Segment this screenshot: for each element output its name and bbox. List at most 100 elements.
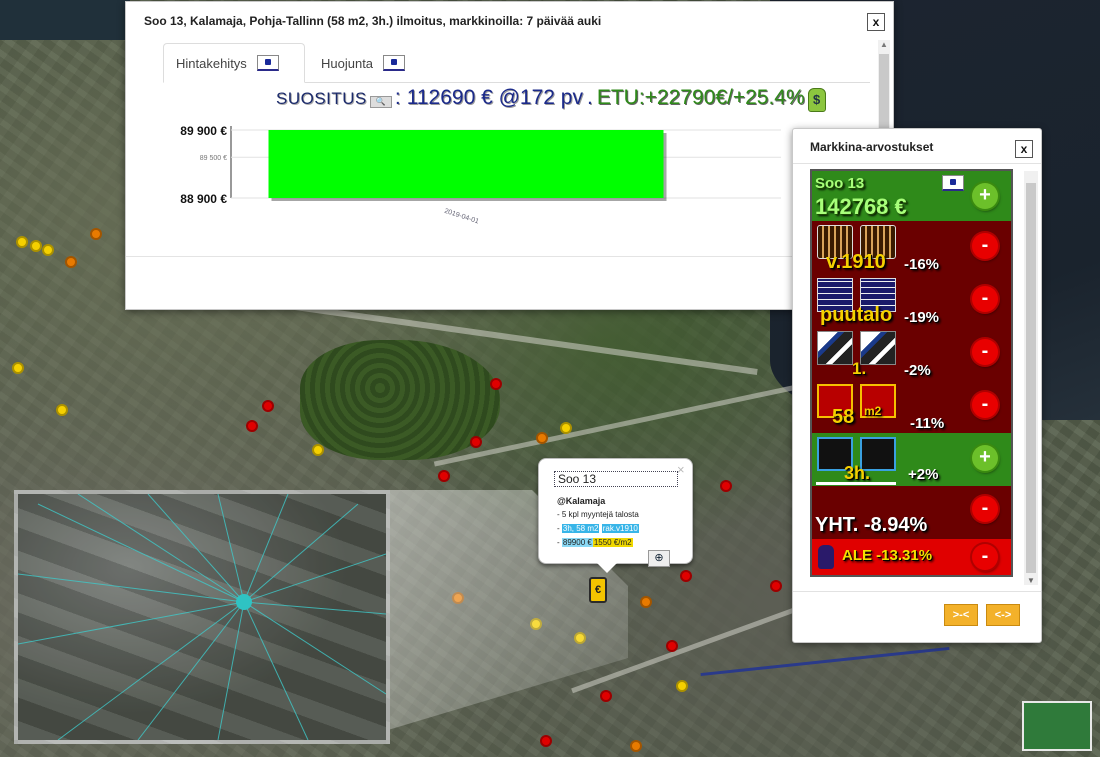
scroll-up-arrow[interactable]: ▲ [878, 40, 890, 49]
map-marker[interactable] [640, 596, 652, 608]
popup-build-year: rak.v1910 [601, 524, 639, 533]
remove-button[interactable]: - [972, 392, 998, 418]
adjustment-percent: -19% [904, 309, 940, 326]
adjustment-label: 58 [832, 406, 855, 428]
add-button[interactable]: + [972, 183, 998, 209]
map-marker[interactable] [90, 228, 102, 240]
separator-dot: . [586, 86, 593, 109]
divider [126, 256, 893, 257]
recommendation-label: SUOSITUS [276, 89, 367, 108]
property-value: 142768 € [815, 194, 907, 219]
view-hub [236, 594, 252, 610]
recommendation-search-button[interactable]: 🔍 [369, 96, 392, 108]
map-marker[interactable] [12, 362, 24, 374]
hand-icon [818, 545, 834, 569]
adjustment-row-material: puutalo -19% - [812, 274, 1011, 327]
map-marker[interactable] [720, 480, 732, 492]
total-label: YHT. -8.94% [815, 514, 928, 536]
map-marker[interactable] [56, 404, 68, 416]
remove-button[interactable]: - [972, 233, 998, 259]
tab-hintakehitys[interactable]: Hintakehitys [163, 43, 305, 83]
expand-button[interactable]: <-> [986, 604, 1020, 626]
adjustment-label: 3h. [844, 463, 871, 483]
popup-area: @Kalamaja [557, 496, 606, 506]
popup-price-per-m2: 1550 €/m2 [592, 538, 633, 547]
stairs-icon [817, 331, 853, 365]
y-tick-label: 89 500 € [200, 155, 227, 162]
map-marker[interactable] [65, 256, 77, 268]
map-marker[interactable] [666, 640, 678, 652]
popup-price-line: - 89900 €1550 €/m2 [557, 538, 633, 547]
sports-field [1022, 701, 1092, 751]
adjustment-percent: -16% [904, 256, 940, 273]
popup-details: - 3h, 58 m2 rak.v1910 [557, 524, 639, 533]
close-button[interactable]: x [1015, 140, 1033, 158]
export-icon[interactable] [942, 175, 964, 191]
tab-bar: Hintakehitys Huojunta [163, 43, 870, 83]
adjustment-label: v.1910 [826, 251, 886, 273]
selected-property-marker[interactable]: € [589, 577, 607, 603]
property-popup: × Soo 13 @Kalamaja - 5 kpl myyntejä talo… [538, 458, 693, 573]
sea-area-top [0, 0, 130, 40]
adjustment-row-area: 58 m2 -11% - [812, 380, 1011, 433]
divider [793, 591, 1041, 592]
shrink-button[interactable]: >-< [944, 604, 978, 626]
recommendation-line: SUOSITUS 🔍 : 112690 € @172 pv . ETU:+227… [276, 86, 826, 112]
remove-button[interactable]: - [972, 496, 998, 522]
adjustment-label: 1. [852, 359, 867, 378]
adjustment-row-rooms: 3h. +2% + [812, 433, 1011, 486]
map-marker[interactable] [680, 570, 692, 582]
remove-button[interactable]: - [972, 286, 998, 312]
map-marker[interactable] [438, 470, 450, 482]
map-marker[interactable] [246, 420, 258, 432]
view-lines [18, 494, 386, 740]
popup-close-button[interactable]: × [677, 462, 685, 477]
map-marker[interactable] [600, 690, 612, 702]
y-tick-label: 88 900 € [180, 192, 227, 206]
map-marker[interactable] [490, 378, 502, 390]
popup-price: 89900 € [561, 538, 593, 547]
add-button[interactable]: + [972, 445, 998, 471]
benefit-value: ETU:+22790€/+25.4% [596, 86, 805, 109]
map-marker[interactable] [312, 444, 324, 456]
total-row: YHT. -8.94% - [812, 486, 1011, 539]
price-history-chart: 89 900 € 89 500 € 88 900 € 2019-04-01 [180, 124, 781, 226]
x-tick-label: 2019-04-01 [443, 208, 479, 226]
map-marker[interactable] [536, 432, 548, 444]
map-marker[interactable] [470, 436, 482, 448]
tab-export-icon[interactable] [256, 55, 279, 71]
map-marker[interactable] [770, 580, 782, 592]
scroll-thumb[interactable] [1026, 183, 1036, 573]
bar [268, 130, 664, 198]
market-dialog-title: Markkina-arvostukset [810, 140, 934, 154]
popup-sales-count: - 5 kpl myyntejä talosta [557, 510, 639, 519]
zoom-in-icon[interactable]: ⊕ [648, 550, 670, 567]
money-bag-icon: $ [807, 88, 826, 112]
map-marker[interactable] [560, 422, 572, 434]
tab-export-icon[interactable] [383, 55, 406, 71]
remove-button[interactable]: - [972, 544, 998, 570]
discount-label: ALE -13.31% [842, 547, 933, 564]
adjustment-unit: m2 [864, 404, 882, 418]
evaluation-header: Soo 13 142768 € + [812, 171, 1011, 221]
evaluation-panel: Soo 13 142768 € + v.1910 -16% - puutalo … [810, 169, 1013, 577]
listing-dialog: Soo 13, Kalamaja, Pohja-Tallinn (58 m2, … [125, 1, 894, 310]
market-scrollbar[interactable]: ▼ [1024, 171, 1038, 585]
map-marker[interactable] [540, 735, 552, 747]
tab-huojunta[interactable]: Huojunta [309, 43, 439, 83]
map-marker[interactable] [630, 740, 642, 752]
street-view-overlay[interactable] [14, 490, 390, 744]
remove-button[interactable]: - [972, 339, 998, 365]
map-marker[interactable] [42, 244, 54, 256]
map-marker[interactable] [262, 400, 274, 412]
close-button[interactable]: x [867, 13, 885, 31]
map-marker[interactable] [676, 680, 688, 692]
popup-title: Soo 13 [554, 471, 678, 487]
scroll-down-arrow[interactable]: ▼ [1024, 576, 1038, 585]
recommended-price: 112690 € @172 pv [406, 86, 583, 109]
discount-row: ALE -13.31% - [812, 539, 1011, 575]
listing-dialog-title: Soo 13, Kalamaja, Pohja-Tallinn (58 m2, … [144, 14, 602, 28]
map-marker[interactable] [30, 240, 42, 252]
map-marker[interactable] [16, 236, 28, 248]
adjustment-label: puutalo [820, 304, 893, 326]
